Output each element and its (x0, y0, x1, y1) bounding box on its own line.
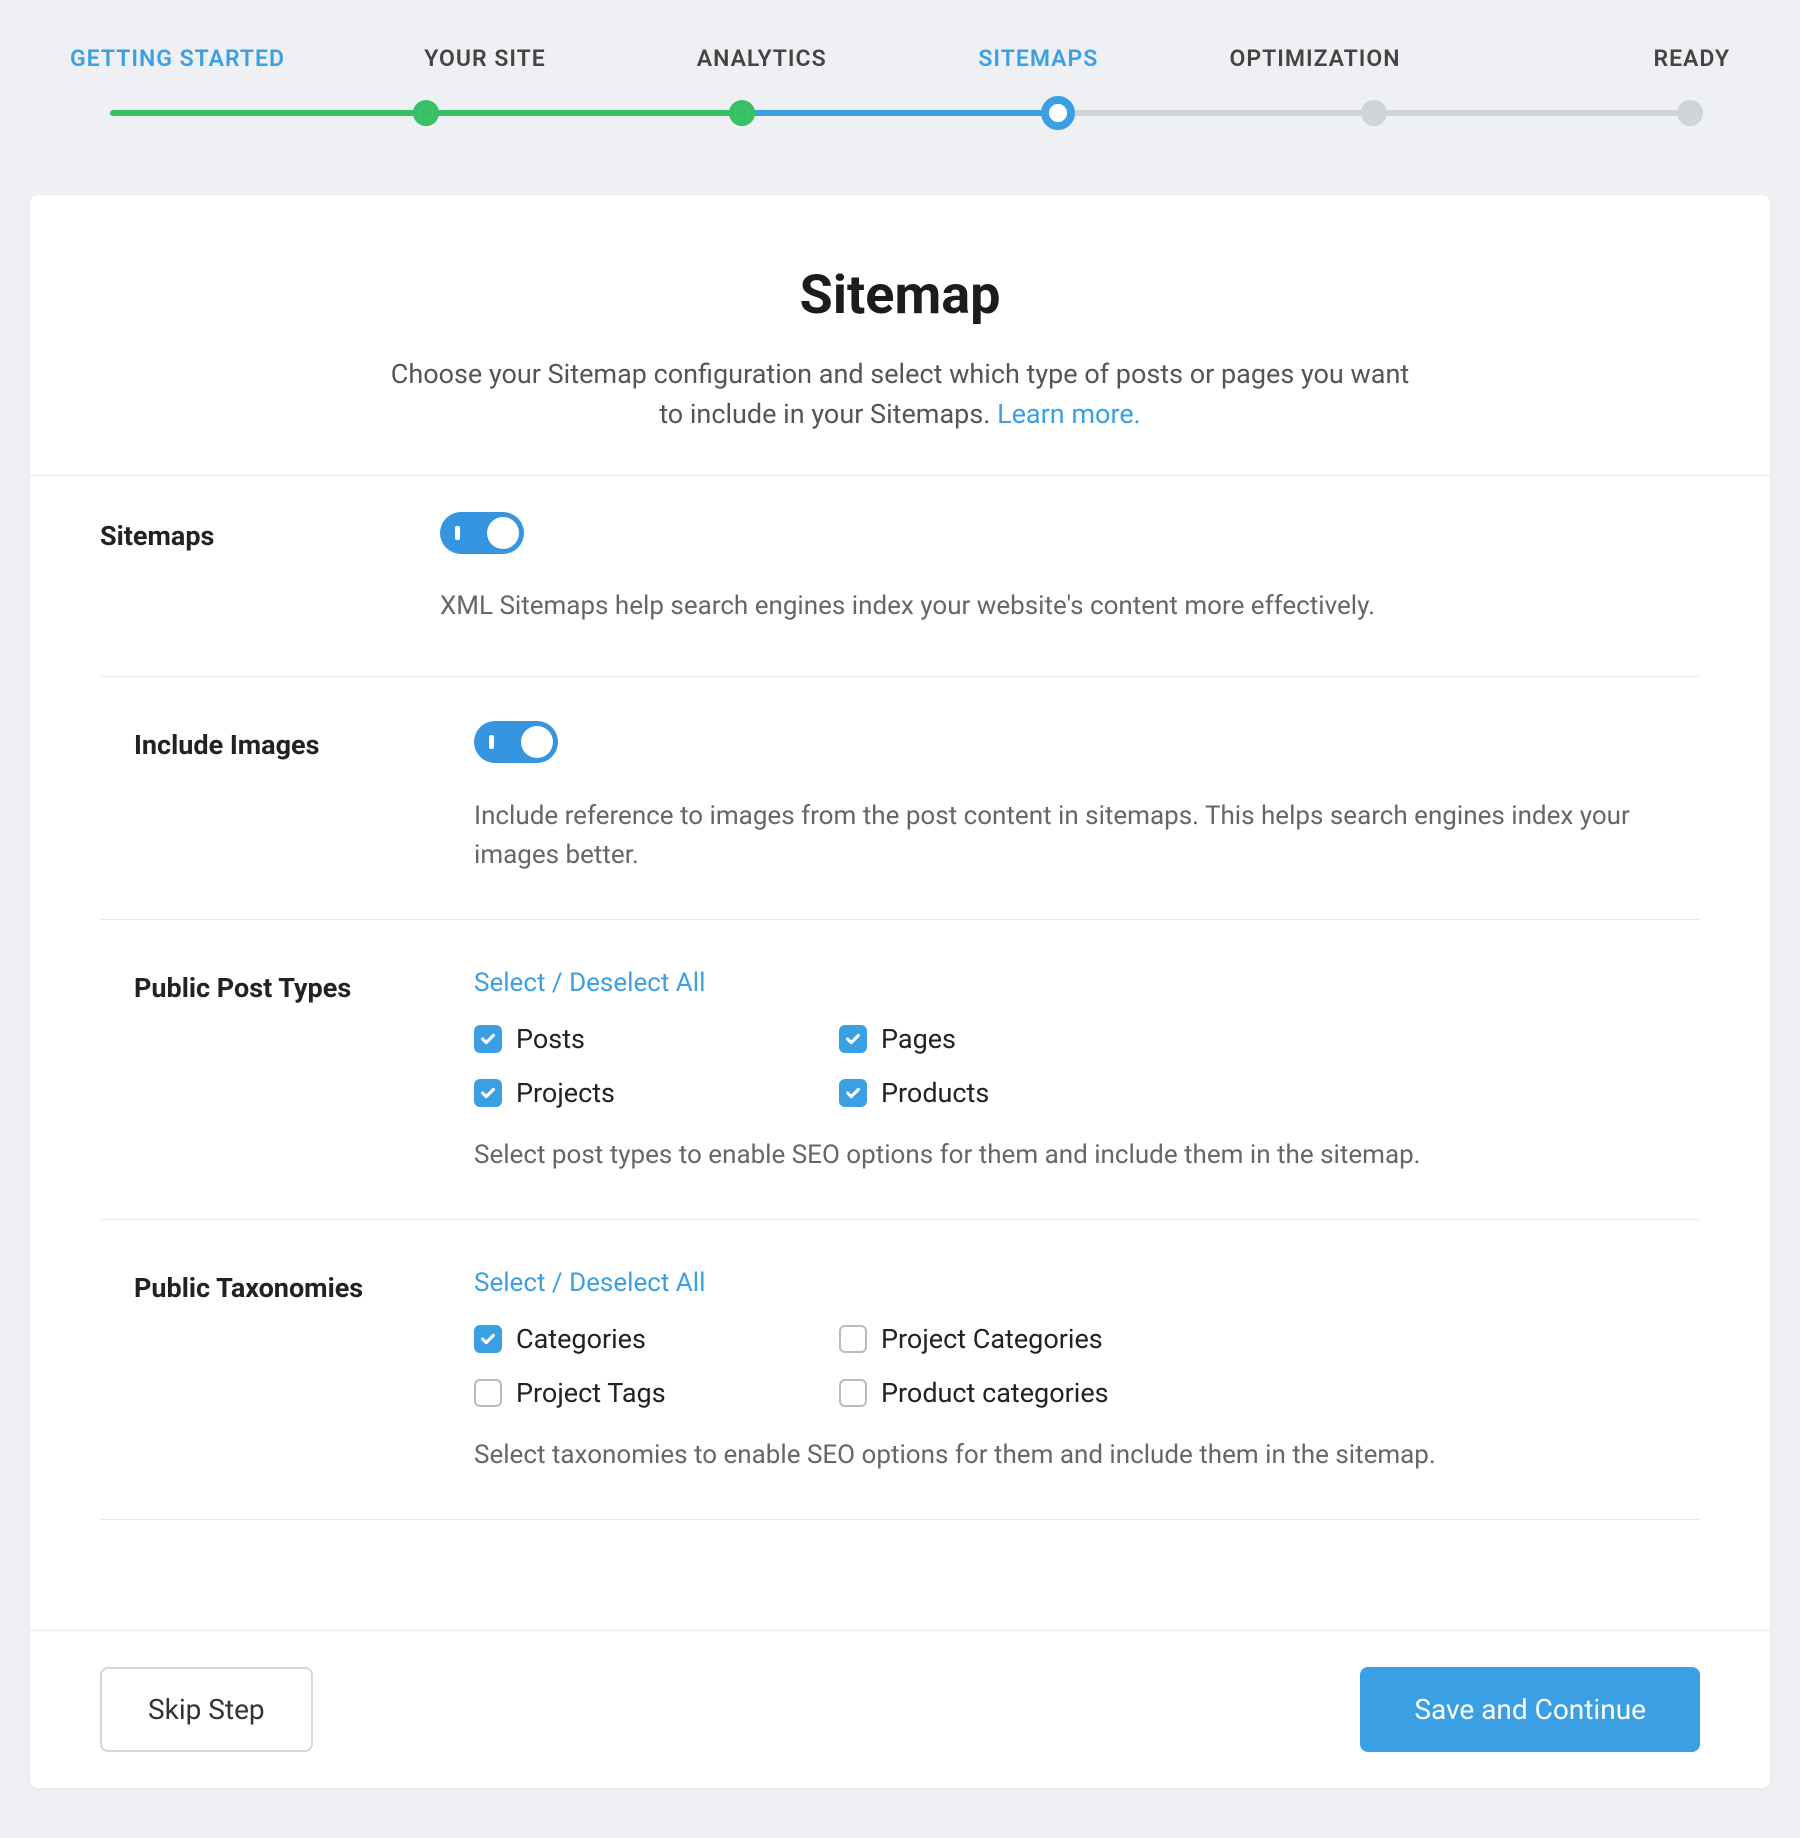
step-labels: GETTING STARTED YOUR SITE ANALYTICS SITE… (70, 42, 1730, 77)
step-optimization[interactable]: OPTIMIZATION (1177, 42, 1454, 77)
check-products[interactable]: Products (839, 1073, 1194, 1114)
step-ready[interactable]: READY (1453, 42, 1730, 77)
row-taxonomies: Public Taxonomies Select / Deselect All … (100, 1219, 1700, 1519)
check-projects[interactable]: Projects (474, 1073, 829, 1114)
check-pages[interactable]: Pages (839, 1019, 1194, 1060)
row-post-types: Public Post Types Select / Deselect All … (100, 919, 1700, 1219)
step-dot-ready (1677, 100, 1703, 126)
checkbox-icon (839, 1379, 867, 1407)
label-taxonomies: Public Taxonomies (134, 1264, 474, 1475)
step-dot-your-site (413, 100, 439, 126)
check-project-categories[interactable]: Project Categories (839, 1319, 1194, 1360)
select-all-taxonomies[interactable]: Select / Deselect All (474, 1264, 705, 1303)
check-label: Products (881, 1073, 989, 1114)
check-label: Categories (516, 1319, 646, 1360)
select-all-post-types[interactable]: Select / Deselect All (474, 964, 705, 1003)
taxonomies-checks: Categories Project Categories Project Ta… (474, 1319, 1666, 1414)
check-label: Project Categories (881, 1319, 1103, 1360)
check-label: Projects (516, 1073, 615, 1114)
page-title: Sitemap (110, 255, 1690, 336)
check-label: Project Tags (516, 1373, 666, 1414)
desc-sitemaps: XML Sitemaps help search engines index y… (440, 587, 1700, 626)
label-sitemaps: Sitemaps (100, 512, 440, 627)
checkbox-icon (839, 1079, 867, 1107)
post-types-checks: Posts Pages Projects Products (474, 1019, 1666, 1114)
label-include-images: Include Images (134, 721, 474, 875)
check-categories[interactable]: Categories (474, 1319, 829, 1360)
checkbox-icon (474, 1079, 502, 1107)
toggle-sitemaps[interactable] (440, 512, 524, 554)
desc-post-types: Select post types to enable SEO options … (474, 1136, 1666, 1175)
check-project-tags[interactable]: Project Tags (474, 1373, 829, 1414)
learn-more-link[interactable]: Learn more. (997, 398, 1141, 430)
step-track (110, 101, 1690, 125)
step-your-site[interactable]: YOUR SITE (347, 42, 624, 77)
checkbox-icon (474, 1025, 502, 1053)
desc-include-images: Include reference to images from the pos… (474, 797, 1666, 875)
save-continue-button[interactable]: Save and Continue (1360, 1667, 1700, 1752)
check-label: Pages (881, 1019, 956, 1060)
desc-taxonomies: Select taxonomies to enable SEO options … (474, 1436, 1666, 1475)
wizard-stepper: GETTING STARTED YOUR SITE ANALYTICS SITE… (30, 20, 1770, 125)
step-analytics[interactable]: ANALYTICS (623, 42, 900, 77)
step-dot-optimization (1361, 100, 1387, 126)
toggle-include-images[interactable] (474, 721, 558, 763)
row-sitemaps: Sitemaps XML Sitemaps help search engine… (30, 475, 1770, 677)
check-label: Posts (516, 1019, 585, 1060)
step-dot-analytics (729, 100, 755, 126)
step-dot-sitemaps (1041, 96, 1075, 130)
step-sitemaps[interactable]: SITEMAPS (900, 42, 1177, 77)
page-subtitle: Choose your Sitemap configuration and se… (390, 354, 1410, 435)
checkbox-icon (474, 1325, 502, 1353)
check-posts[interactable]: Posts (474, 1019, 829, 1060)
skip-step-button[interactable]: Skip Step (100, 1667, 313, 1752)
checkbox-icon (839, 1325, 867, 1353)
check-label: Product categories (881, 1373, 1109, 1414)
label-post-types: Public Post Types (134, 964, 474, 1175)
check-product-categories[interactable]: Product categories (839, 1373, 1194, 1414)
card-header: Sitemap Choose your Sitemap configuratio… (30, 195, 1770, 475)
card-footer: Skip Step Save and Continue (30, 1630, 1770, 1788)
step-getting-started[interactable]: GETTING STARTED (70, 42, 347, 77)
checkbox-icon (839, 1025, 867, 1053)
checkbox-icon (474, 1379, 502, 1407)
row-include-images: Include Images Include reference to imag… (100, 677, 1700, 919)
settings-card: Sitemap Choose your Sitemap configuratio… (30, 195, 1770, 1788)
